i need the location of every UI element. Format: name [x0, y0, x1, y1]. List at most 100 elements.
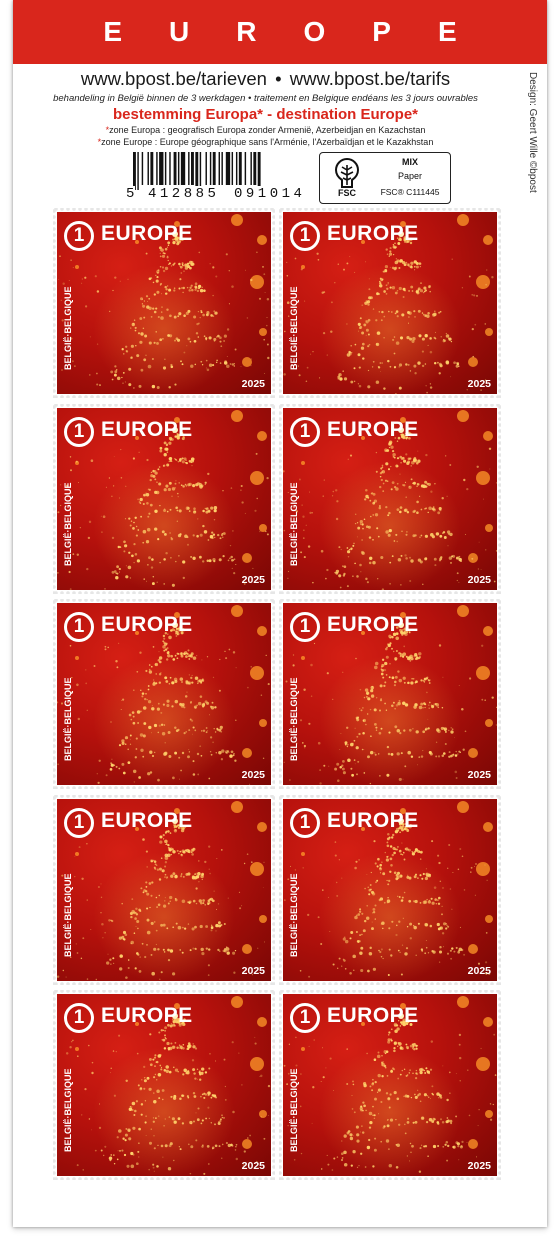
glitter	[136, 1052, 139, 1055]
perforation-hole	[498, 566, 501, 571]
perforation-hole	[120, 590, 124, 594]
sparkle	[379, 775, 381, 777]
sparkle	[414, 316, 416, 318]
glitter	[93, 665, 96, 667]
perforation-hole	[53, 1147, 56, 1151]
sparkle	[167, 843, 170, 846]
perforation-hole	[120, 395, 124, 398]
stamp[interactable]: 1 EUROPE BELGIË·BELGIQUE 2025	[53, 403, 275, 594]
stamp[interactable]: 1 EUROPE BELGIË·BELGIQUE 2025	[279, 794, 501, 985]
glitter	[426, 691, 428, 694]
sparkle	[210, 506, 214, 510]
stamp[interactable]: 1 EUROPE BELGIË·BELGIQUE 2025	[279, 599, 501, 789]
perforation-hole	[498, 867, 501, 872]
sparkle	[405, 261, 408, 264]
sparkle	[370, 890, 375, 894]
perforation-hole	[498, 606, 501, 610]
sparkle	[235, 1146, 237, 1148]
sparkle	[406, 530, 408, 533]
stamp[interactable]: 1 EUROPE BELGIË·BELGIQUE 2025	[53, 208, 275, 398]
sparkle	[214, 1096, 218, 1099]
glitter	[485, 548, 487, 550]
stamp[interactable]: 1 EUROPE BELGIË·BELGIQUE 2025	[53, 794, 275, 985]
stamp-sheet: EUROPE www.bpost.be/tarieven • www.bpost…	[13, 0, 547, 1227]
perforation-hole	[234, 981, 238, 985]
sparkle	[439, 945, 442, 948]
denomination-value: 1	[299, 1007, 311, 1028]
glitter	[385, 663, 388, 665]
sparkle	[212, 533, 216, 536]
stamp[interactable]: 1 EUROPE BELGIË·BELGIQUE 2025	[53, 990, 275, 1180]
perforation-hole	[272, 293, 275, 297]
sparkle	[175, 337, 179, 340]
glitter	[429, 350, 433, 354]
sparkle	[201, 1119, 204, 1122]
glitter	[442, 1065, 444, 1067]
perforation-hole	[192, 395, 196, 398]
perforation-hole	[258, 786, 262, 789]
glitter	[164, 896, 166, 898]
sparkle	[185, 655, 188, 658]
sparkle	[139, 733, 144, 737]
sparkle	[446, 952, 450, 955]
sparkle	[146, 699, 148, 701]
sparkle	[128, 516, 131, 520]
perforation-hole	[216, 208, 220, 211]
stamp[interactable]: 1 EUROPE BELGIË·BELGIQUE 2025	[279, 403, 501, 594]
perforation-hole	[498, 257, 501, 261]
stamp[interactable]: 1 EUROPE BELGIË·BELGIQUE 2025	[279, 208, 501, 398]
perforation-hole	[144, 599, 148, 602]
glitter	[57, 571, 59, 574]
glitter	[308, 1045, 310, 1047]
barcode-bar	[221, 152, 223, 185]
sparkle	[357, 912, 361, 916]
stamp[interactable]: 1 EUROPE BELGIË·BELGIQUE 2025	[53, 599, 275, 789]
denomination-badge: 1	[64, 221, 94, 251]
perforation-hole	[424, 208, 428, 211]
sparkle	[192, 899, 196, 902]
sparkle	[208, 901, 211, 904]
url-fr[interactable]: www.bpost.be/tarifs	[290, 68, 450, 89]
sparkle	[371, 685, 374, 688]
sparkle	[346, 745, 349, 748]
perforation-hole	[180, 981, 184, 985]
sparkle	[412, 481, 414, 484]
sparkle	[130, 1164, 135, 1169]
denomination-badge: 1	[64, 1003, 94, 1033]
sparkle	[118, 567, 121, 570]
perforation-hole	[430, 599, 434, 602]
glitter	[430, 1040, 434, 1043]
perforation-hole	[114, 599, 118, 602]
sparkle	[178, 1044, 181, 1046]
perforation-hole	[460, 786, 464, 789]
perforation-hole	[466, 981, 470, 985]
perforation-hole	[328, 590, 332, 594]
perforation-hole	[272, 801, 275, 806]
perforation-hole	[279, 624, 282, 628]
sparkle	[160, 316, 164, 320]
denomination-value: 1	[299, 811, 311, 833]
sparkle	[211, 898, 215, 902]
glitter	[227, 897, 229, 899]
glitter	[225, 253, 228, 256]
glitter	[206, 656, 209, 658]
perforation-hole	[286, 981, 290, 985]
glitter	[358, 1165, 360, 1167]
perforation-hole	[138, 395, 142, 398]
sparkle	[454, 754, 458, 757]
glitter	[192, 760, 195, 763]
sparkle	[400, 583, 402, 586]
perforation-hole	[53, 305, 56, 309]
perforation-hole	[498, 927, 501, 932]
perforation-hole	[272, 464, 275, 469]
glitter	[257, 947, 259, 949]
perforation-hole	[53, 440, 56, 445]
denomination-badge: 1	[290, 1003, 320, 1033]
sparkle	[401, 313, 405, 317]
perforation-hole	[53, 915, 56, 920]
glitter	[304, 747, 306, 749]
perforation-hole	[472, 208, 476, 211]
perforation-hole	[424, 599, 428, 602]
url-nl[interactable]: www.bpost.be/tarieven	[81, 68, 267, 89]
stamp[interactable]: 1 EUROPE BELGIË·BELGIQUE 2025	[279, 990, 501, 1180]
